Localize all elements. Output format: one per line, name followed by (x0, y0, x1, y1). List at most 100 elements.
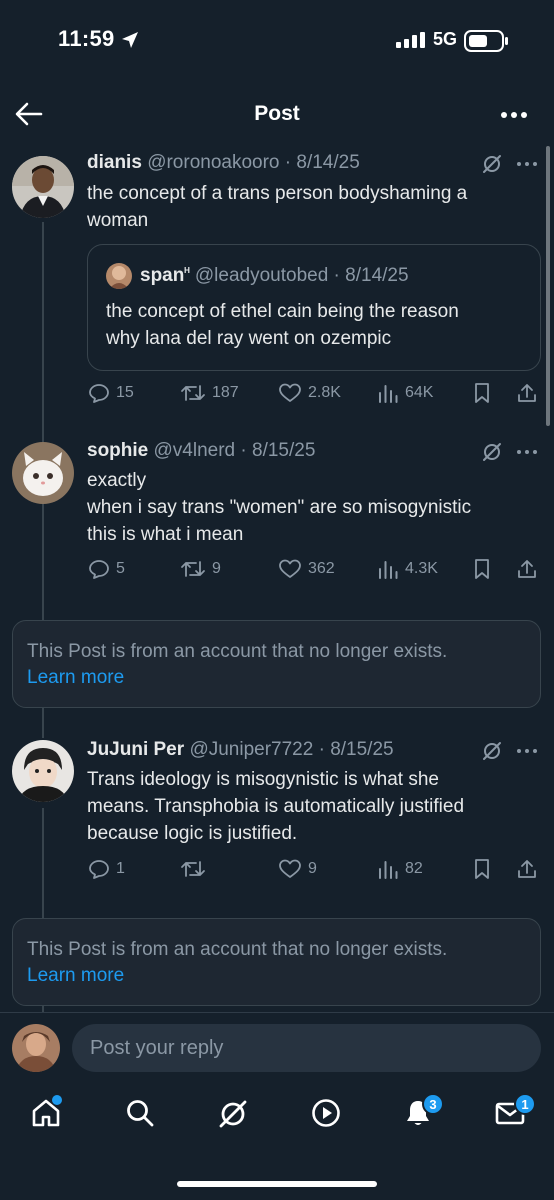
bookmark-icon[interactable] (472, 382, 492, 404)
grok-icon[interactable] (481, 153, 503, 175)
post-text-line: the concept of a trans person bodyshamin… (87, 183, 468, 204)
author-name[interactable]: JuJuni Per (87, 739, 184, 760)
post-date[interactable]: 8/15/25 (252, 440, 315, 461)
reply-button[interactable]: 5 (88, 558, 125, 580)
reply-placeholder: Post your reply (90, 1036, 224, 1059)
bookmark-icon[interactable] (472, 858, 492, 880)
post-text: Trans ideology is misogynistic is what s… (87, 766, 537, 847)
grok-icon[interactable] (481, 740, 503, 762)
grok-icon[interactable] (481, 441, 503, 463)
post-date[interactable]: 8/14/25 (296, 152, 359, 173)
post-more-icon[interactable] (516, 161, 538, 167)
quote-author-name: span (140, 265, 185, 286)
location-arrow-icon (120, 30, 140, 50)
author-handle[interactable]: @v4lnerd (154, 440, 236, 461)
post-header: JuJuni Per @Juniper7722 · 8/15/25 (87, 739, 394, 760)
learn-more-link[interactable]: Learn more (27, 963, 526, 989)
reply-count: 15 (116, 384, 134, 401)
unavailable-post-notice: This Post is from an account that no lon… (12, 918, 541, 1006)
avatar[interactable] (12, 156, 74, 218)
quote-text-line: the concept of ethel cain being the reas… (106, 301, 459, 322)
avatar[interactable] (12, 1024, 60, 1072)
post-text-line: because logic is justified. (87, 823, 298, 844)
divider (0, 1012, 554, 1013)
repost-button[interactable] (180, 858, 212, 880)
post-date[interactable]: 8/15/25 (330, 739, 393, 760)
post-text: the concept of a trans person bodyshamin… (87, 180, 537, 234)
reply-button[interactable]: 1 (88, 858, 125, 880)
like-button[interactable]: 2.8K (278, 382, 341, 404)
nav-notifications[interactable]: 3 (402, 1093, 444, 1129)
quote-header: spanᴴ @leadyoutobed · 8/14/25 (140, 265, 409, 286)
nav-grok[interactable] (216, 1097, 250, 1131)
nav-search[interactable] (124, 1097, 156, 1129)
bookmark-icon[interactable] (472, 558, 492, 580)
like-button[interactable]: 362 (278, 558, 335, 580)
reply-input[interactable]: Post your reply (72, 1024, 541, 1072)
thread-line (42, 708, 44, 738)
like-button[interactable]: 9 (278, 858, 317, 880)
quote-author-badge: ᴴ (184, 265, 190, 279)
unavailable-post-text: This Post is from an account that no lon… (27, 641, 448, 662)
post-text-line: woman (87, 210, 149, 231)
reply-count: 1 (116, 860, 125, 877)
repost-button[interactable]: 187 (180, 382, 239, 404)
post-text-line: exactly (87, 470, 147, 491)
post-more-icon[interactable] (516, 748, 538, 754)
avatar (106, 263, 132, 289)
nav-video[interactable] (310, 1097, 342, 1129)
views-button[interactable]: 64K (377, 382, 433, 404)
like-count: 362 (308, 560, 335, 577)
post-text-line: Trans ideology is misogynistic is what s… (87, 769, 439, 790)
views-button[interactable]: 82 (377, 858, 423, 880)
repost-count: 187 (212, 384, 239, 401)
messages-badge: 1 (514, 1093, 536, 1115)
quoted-post[interactable]: spanᴴ @leadyoutobed · 8/14/25 the concep… (87, 244, 541, 371)
share-icon[interactable] (516, 382, 538, 404)
repost-button[interactable]: 9 (180, 558, 221, 580)
author-handle[interactable]: @roronoakooro (147, 152, 279, 173)
unavailable-post-text: This Post is from an account that no lon… (27, 939, 448, 960)
author-handle[interactable]: @Juniper7722 (189, 739, 313, 760)
status-time: 11:59 (58, 26, 115, 51)
post-text-line: when i say trans "women" are so misogyni… (87, 497, 472, 518)
quote-date: 8/14/25 (345, 265, 409, 286)
post-header: sophie @v4lnerd · 8/15/25 (87, 440, 316, 461)
avatar[interactable] (12, 442, 74, 504)
views-count: 64K (405, 384, 434, 401)
home-notification-dot (52, 1095, 62, 1105)
like-count: 9 (308, 860, 317, 877)
quote-author-handle: @leadyoutobed (194, 265, 329, 286)
repost-count: 9 (212, 560, 221, 577)
share-icon[interactable] (516, 558, 538, 580)
views-count: 4.3K (405, 560, 438, 577)
reply-count: 5 (116, 560, 125, 577)
quote-text-line: why lana del ray went on ozempic (106, 328, 392, 349)
post-actions: 15 187 2.8K 64K (0, 382, 554, 408)
author-name[interactable]: sophie (87, 440, 148, 461)
more-options-button[interactable] (500, 111, 528, 119)
post-more-icon[interactable] (516, 449, 538, 455)
reply-button[interactable]: 15 (88, 382, 134, 404)
views-button[interactable]: 4.3K (377, 558, 438, 580)
share-icon[interactable] (516, 858, 538, 880)
unavailable-post-notice: This Post is from an account that no lon… (12, 620, 541, 708)
learn-more-link[interactable]: Learn more (27, 665, 526, 691)
post-actions: 5 9 362 4.3K (0, 558, 554, 584)
post-header: dianis @roronoakooro · 8/14/25 (87, 152, 360, 173)
like-count: 2.8K (308, 384, 341, 401)
views-count: 82 (405, 860, 423, 877)
quote-text: the concept of ethel cain being the reas… (106, 298, 526, 352)
post-text-line: means. Transphobia is automatically just… (87, 796, 465, 817)
home-indicator (177, 1181, 377, 1187)
post-text-line: this is what i mean (87, 524, 244, 545)
notifications-badge: 3 (422, 1093, 444, 1115)
nav-messages[interactable]: 1 (494, 1093, 536, 1129)
battery-icon (464, 30, 510, 52)
nav-home[interactable] (30, 1095, 62, 1129)
author-name[interactable]: dianis (87, 152, 142, 173)
network-type: 5G (433, 29, 458, 49)
avatar[interactable] (12, 740, 74, 802)
post-actions: 1 9 82 (0, 858, 554, 884)
signal-icon (396, 32, 426, 48)
